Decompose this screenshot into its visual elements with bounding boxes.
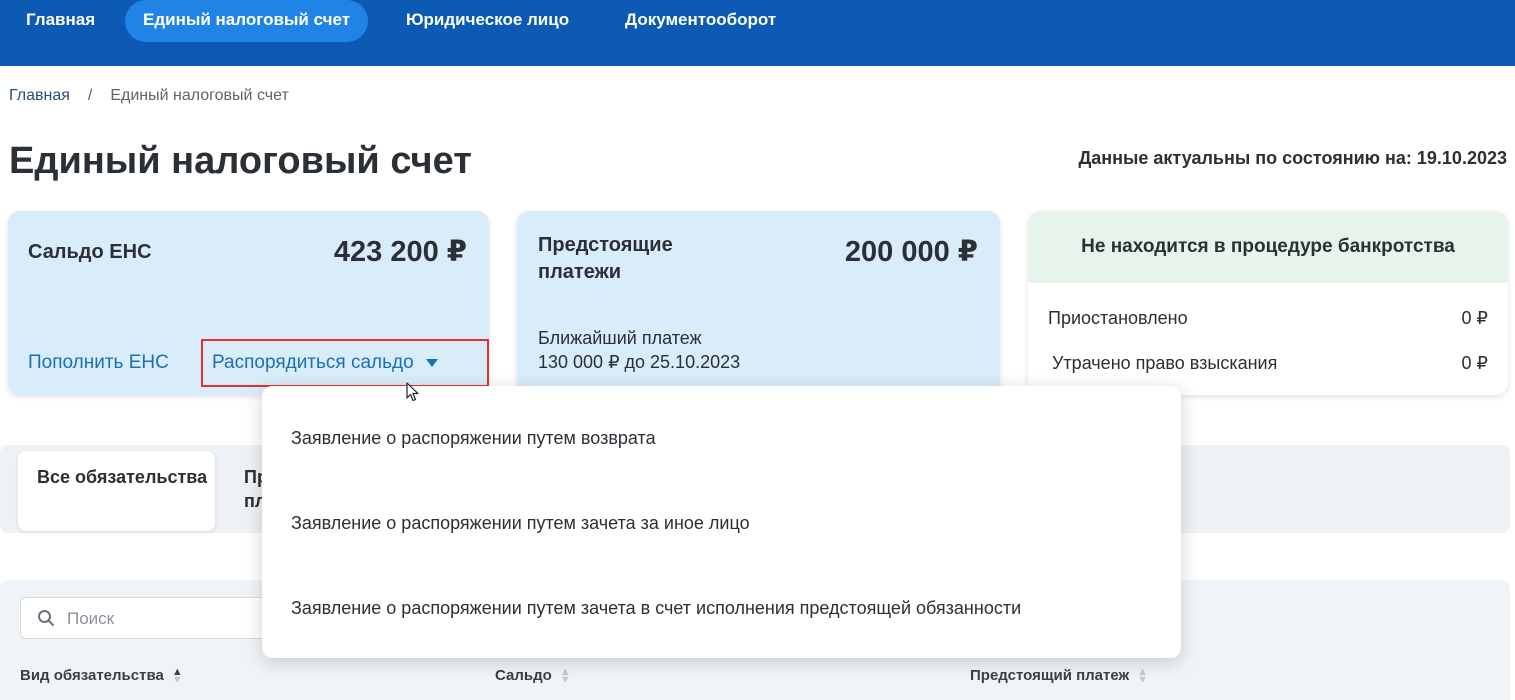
search-input[interactable]: Поиск bbox=[20, 597, 300, 639]
manage-saldo-menu: Заявление о распоряжении путем возврата … bbox=[262, 386, 1181, 658]
sort-icon: ▲ ▼ bbox=[559, 666, 571, 687]
top-navigation: Главная Единый налоговый счет Юридическо… bbox=[0, 0, 1515, 66]
lost-right-value: 0 ₽ bbox=[1461, 353, 1488, 373]
menu-item-offset-future-obligation[interactable]: Заявление о распоряжении путем зачета в … bbox=[291, 598, 1021, 619]
nearest-payment-label: Ближайший платеж bbox=[538, 328, 702, 348]
column-saldo[interactable]: Сальдо ▲ ▼ bbox=[495, 666, 571, 687]
column-upcoming-payment-label: Предстоящий платеж bbox=[970, 667, 1130, 684]
bankruptcy-status-card: Не находится в процедуре банкротства При… bbox=[1028, 211, 1508, 395]
column-obligation-type-label: Вид обязательства bbox=[20, 667, 164, 684]
suspended-label: Приостановлено bbox=[1048, 308, 1188, 328]
saldo-amount: 423 200 ₽ bbox=[333, 236, 467, 268]
breadcrumb-current: Единый налоговый счет bbox=[110, 87, 289, 104]
nav-item-ens[interactable]: Единый налоговый счет bbox=[125, 0, 369, 42]
upcoming-payments-card: Предстоящие платежи 200 000 ₽ Ближайший … bbox=[517, 211, 1000, 395]
sort-icon: ▲ ▼ bbox=[1137, 666, 1149, 687]
search-icon bbox=[38, 610, 54, 626]
highlight-frame bbox=[201, 339, 489, 387]
column-upcoming-payment[interactable]: Предстоящий платеж ▲ ▼ bbox=[970, 666, 1149, 687]
upcoming-payments-label: Предстоящие платежи bbox=[538, 234, 673, 283]
page-title: Единый налоговый счет bbox=[9, 140, 472, 182]
nearest-payment-value: 130 000 ₽ до 25.10.2023 bbox=[538, 352, 741, 372]
sort-icon: ▲ ▼ bbox=[171, 666, 183, 687]
mouse-cursor-icon bbox=[406, 382, 419, 402]
topup-ens-link[interactable]: Пополнить ЕНС bbox=[28, 352, 169, 374]
menu-item-refund[interactable]: Заявление о распоряжении путем возврата bbox=[291, 428, 656, 449]
tab-all-obligations[interactable]: Все обязательства bbox=[18, 451, 215, 531]
nav-item-legal-entity[interactable]: Юридическое лицо bbox=[388, 0, 587, 42]
suspended-value: 0 ₽ bbox=[1461, 308, 1488, 328]
breadcrumb-separator: / bbox=[87, 87, 93, 104]
nav-item-home[interactable]: Главная bbox=[8, 0, 113, 42]
column-saldo-label: Сальдо bbox=[495, 667, 552, 684]
data-actual-date: Данные актуальны по состоянию на: 19.10.… bbox=[1078, 148, 1507, 168]
breadcrumb-home-link[interactable]: Главная bbox=[9, 87, 70, 104]
lost-right-label: Утрачено право взыскания bbox=[1052, 353, 1278, 373]
column-obligation-type[interactable]: Вид обязательства ▲ ▼ bbox=[20, 666, 183, 687]
upcoming-payments-amount: 200 000 ₽ bbox=[844, 236, 978, 268]
menu-item-offset-other-person[interactable]: Заявление о распоряжении путем зачета за… bbox=[291, 513, 750, 534]
breadcrumb: Главная / Единый налоговый счет bbox=[9, 87, 289, 105]
tab-upcoming-payments[interactable]: Пр пл bbox=[244, 465, 264, 515]
search-placeholder: Поиск bbox=[67, 609, 115, 628]
saldo-label: Сальдо ЕНС bbox=[28, 241, 152, 263]
nav-item-documents[interactable]: Документооборот bbox=[607, 0, 794, 42]
bankruptcy-status-title: Не находится в процедуре банкротства bbox=[1028, 211, 1508, 283]
